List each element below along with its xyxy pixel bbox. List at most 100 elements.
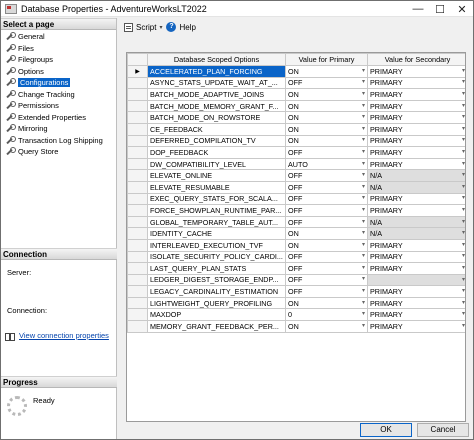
primary-value-dropdown[interactable]: OFF: [285, 192, 368, 206]
option-name-cell[interactable]: LIGHTWEIGHT_QUERY_PROFILING: [147, 296, 286, 310]
option-name-cell[interactable]: ACCELERATED_PLAN_FORCING: [147, 65, 286, 78]
primary-value-dropdown[interactable]: OFF: [285, 285, 368, 298]
view-connection-link[interactable]: View connection properties: [19, 331, 109, 340]
row-header[interactable]: [127, 250, 148, 264]
row-header[interactable]: [127, 180, 148, 194]
grid-row[interactable]: MEMORY_GRANT_FEEDBACK_PER...ONPRIMARY: [127, 320, 465, 333]
row-header[interactable]: [127, 192, 148, 206]
row-header[interactable]: [127, 262, 148, 275]
option-name-cell[interactable]: GLOBAL_TEMPORARY_TABLE_AUT...: [147, 215, 286, 229]
page-item-files[interactable]: Files: [1, 43, 116, 55]
script-button[interactable]: Script: [136, 23, 156, 32]
option-name-cell[interactable]: DW_COMPATIBILITY_LEVEL: [147, 157, 286, 171]
page-item-configurations[interactable]: Configurations: [1, 77, 116, 89]
option-name-cell[interactable]: ASYNC_STATS_UPDATE_WAIT_AT_...: [147, 76, 286, 90]
row-header[interactable]: [127, 134, 148, 148]
primary-value-dropdown[interactable]: ON: [285, 122, 368, 136]
option-name-cell[interactable]: BATCH_MODE_MEMORY_GRANT_F...: [147, 99, 286, 113]
grid-row[interactable]: BATCH_MODE_ON_ROWSTOREONPRIMARY: [127, 111, 465, 124]
secondary-value-dropdown[interactable]: PRIMARY: [367, 262, 465, 275]
page-item-change-tracking[interactable]: Change Tracking: [1, 89, 116, 101]
grid-row[interactable]: CE_FEEDBACKONPRIMARY: [127, 122, 465, 136]
grid-row[interactable]: INTERLEAVED_EXECUTION_TVFONPRIMARY: [127, 238, 465, 252]
grid-row[interactable]: ELEVATE_ONLINEOFFN/A: [127, 169, 465, 182]
scoped-options-grid[interactable]: Database Scoped Options Value for Primar…: [126, 52, 466, 422]
primary-value-dropdown[interactable]: ON: [285, 111, 368, 124]
primary-value-dropdown[interactable]: OFF: [285, 262, 368, 275]
secondary-value-dropdown[interactable]: PRIMARY: [367, 122, 465, 136]
secondary-value-dropdown[interactable]: PRIMARY: [367, 308, 465, 322]
page-item-transaction-log-shipping[interactable]: Transaction Log Shipping: [1, 135, 116, 147]
secondary-value-dropdown[interactable]: PRIMARY: [367, 320, 465, 333]
secondary-value-dropdown[interactable]: PRIMARY: [367, 65, 465, 78]
primary-value-dropdown[interactable]: ON: [285, 227, 368, 240]
secondary-value-dropdown[interactable]: PRIMARY: [367, 111, 465, 124]
column-header-primary[interactable]: Value for Primary: [285, 53, 368, 66]
primary-value-dropdown[interactable]: 0: [285, 308, 368, 322]
primary-value-dropdown[interactable]: OFF: [285, 169, 368, 182]
help-icon[interactable]: ?: [166, 22, 177, 32]
primary-value-dropdown[interactable]: ON: [285, 238, 368, 252]
page-item-extended-properties[interactable]: Extended Properties: [1, 112, 116, 124]
primary-value-dropdown[interactable]: OFF: [285, 146, 368, 159]
maximize-button[interactable]: ☐: [429, 1, 451, 17]
option-name-cell[interactable]: ELEVATE_RESUMABLE: [147, 180, 286, 194]
option-name-cell[interactable]: MAXDOP: [147, 308, 286, 322]
page-item-mirroring[interactable]: Mirroring: [1, 123, 116, 135]
primary-value-dropdown[interactable]: ON: [285, 88, 368, 101]
grid-row[interactable]: IDENTITY_CACHEONN/A: [127, 227, 465, 240]
row-header[interactable]: [127, 169, 148, 182]
secondary-value-dropdown[interactable]: PRIMARY: [367, 285, 465, 298]
primary-value-dropdown[interactable]: OFF: [285, 180, 368, 194]
secondary-value-dropdown[interactable]: PRIMARY: [367, 192, 465, 206]
secondary-value-dropdown[interactable]: PRIMARY: [367, 250, 465, 264]
primary-value-dropdown[interactable]: ON: [285, 65, 368, 78]
row-header[interactable]: [127, 122, 148, 136]
option-name-cell[interactable]: BATCH_MODE_ON_ROWSTORE: [147, 111, 286, 124]
current-row-indicator-icon[interactable]: ▶: [127, 65, 148, 78]
primary-value-dropdown[interactable]: ON: [285, 296, 368, 310]
column-header-option[interactable]: Database Scoped Options: [147, 53, 286, 66]
view-connection-properties[interactable]: View connection properties: [5, 331, 109, 341]
primary-value-dropdown[interactable]: OFF: [285, 204, 368, 217]
script-dropdown-icon[interactable]: ▾: [159, 24, 162, 31]
grid-row[interactable]: ▶ACCELERATED_PLAN_FORCINGONPRIMARY: [127, 65, 465, 78]
ok-button[interactable]: OK: [360, 423, 412, 437]
row-header[interactable]: [127, 308, 148, 322]
grid-row[interactable]: MAXDOP0PRIMARY: [127, 308, 465, 322]
secondary-value-dropdown[interactable]: PRIMARY: [367, 99, 465, 113]
row-header[interactable]: [127, 238, 148, 252]
minimize-button[interactable]: —: [407, 1, 429, 17]
grid-row[interactable]: DEFERRED_COMPILATION_TVONPRIMARY: [127, 134, 465, 148]
grid-row[interactable]: ASYNC_STATS_UPDATE_WAIT_AT_...OFFPRIMARY: [127, 76, 465, 90]
option-name-cell[interactable]: ELEVATE_ONLINE: [147, 169, 286, 182]
cancel-button[interactable]: Cancel: [417, 423, 469, 437]
page-item-filegroups[interactable]: Filegroups: [1, 54, 116, 66]
option-name-cell[interactable]: DOP_FEEDBACK: [147, 146, 286, 159]
primary-value-dropdown[interactable]: ON: [285, 99, 368, 113]
row-header[interactable]: [127, 285, 148, 298]
option-name-cell[interactable]: DEFERRED_COMPILATION_TV: [147, 134, 286, 148]
page-item-permissions[interactable]: Permissions: [1, 100, 116, 112]
primary-value-dropdown[interactable]: OFF: [285, 273, 368, 287]
grid-row[interactable]: ISOLATE_SECURITY_POLICY_CARDI...OFFPRIMA…: [127, 250, 465, 264]
secondary-value-dropdown[interactable]: PRIMARY: [367, 76, 465, 90]
secondary-value-dropdown[interactable]: PRIMARY: [367, 157, 465, 171]
option-name-cell[interactable]: LEDGER_DIGEST_STORAGE_ENDP...: [147, 273, 286, 287]
grid-row[interactable]: ELEVATE_RESUMABLEOFFN/A: [127, 180, 465, 194]
secondary-value-dropdown[interactable]: PRIMARY: [367, 146, 465, 159]
grid-row[interactable]: GLOBAL_TEMPORARY_TABLE_AUT...OFFN/A: [127, 215, 465, 229]
primary-value-dropdown[interactable]: ON: [285, 134, 368, 148]
page-item-query-store[interactable]: Query Store: [1, 146, 116, 158]
script-icon[interactable]: [124, 22, 133, 32]
primary-value-dropdown[interactable]: OFF: [285, 215, 368, 229]
row-header[interactable]: [127, 88, 148, 101]
option-name-cell[interactable]: IDENTITY_CACHE: [147, 227, 286, 240]
page-item-general[interactable]: General: [1, 31, 116, 43]
page-item-options[interactable]: Options: [1, 66, 116, 78]
row-header[interactable]: [127, 99, 148, 113]
row-header[interactable]: [127, 157, 148, 171]
option-name-cell[interactable]: BATCH_MODE_ADAPTIVE_JOINS: [147, 88, 286, 101]
row-header[interactable]: [127, 273, 148, 287]
row-header[interactable]: [127, 111, 148, 124]
